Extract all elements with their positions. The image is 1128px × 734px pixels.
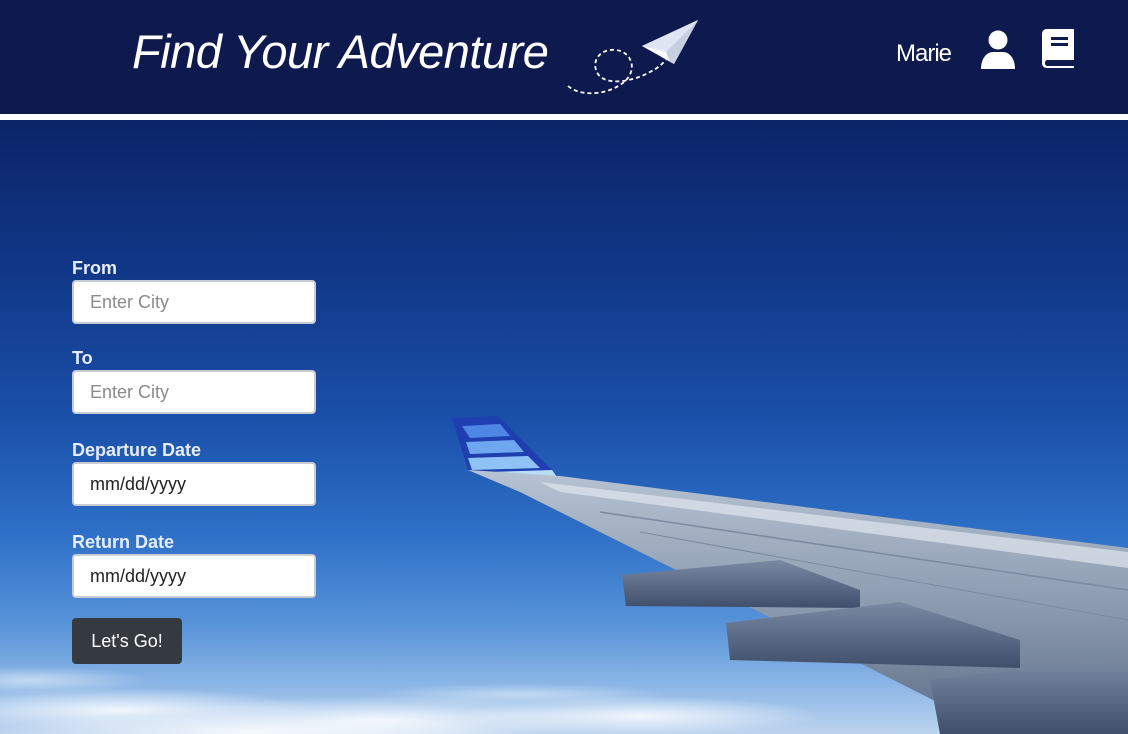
- departure-field-group: Departure Date mm/dd/yyyy: [72, 440, 316, 506]
- return-date-value: mm/dd/yyyy: [90, 566, 187, 586]
- from-field-group: From: [72, 258, 316, 324]
- from-input[interactable]: [72, 280, 316, 324]
- return-date-input[interactable]: mm/dd/yyyy: [72, 554, 316, 598]
- to-input[interactable]: [72, 370, 316, 414]
- book-icon[interactable]: [1041, 28, 1075, 68]
- departure-date-label: Departure Date: [72, 440, 202, 460]
- navbar: Find Your Adventure Marie: [0, 0, 1128, 114]
- lets-go-button[interactable]: Let's Go!: [72, 618, 182, 664]
- departure-date-input[interactable]: mm/dd/yyyy: [72, 462, 316, 506]
- to-field-group: To: [72, 348, 316, 414]
- return-date-label: Return Date: [72, 532, 175, 552]
- departure-date-value: mm/dd/yyyy: [90, 474, 187, 494]
- paper-plane-icon: [567, 20, 698, 95]
- page-title[interactable]: Find Your Adventure: [132, 24, 549, 79]
- from-label: From: [72, 258, 117, 278]
- return-field-group: Return Date mm/dd/yyyy: [72, 532, 316, 598]
- user-icon[interactable]: [980, 30, 1016, 70]
- username[interactable]: Marie: [896, 40, 952, 68]
- to-label: To: [72, 348, 93, 368]
